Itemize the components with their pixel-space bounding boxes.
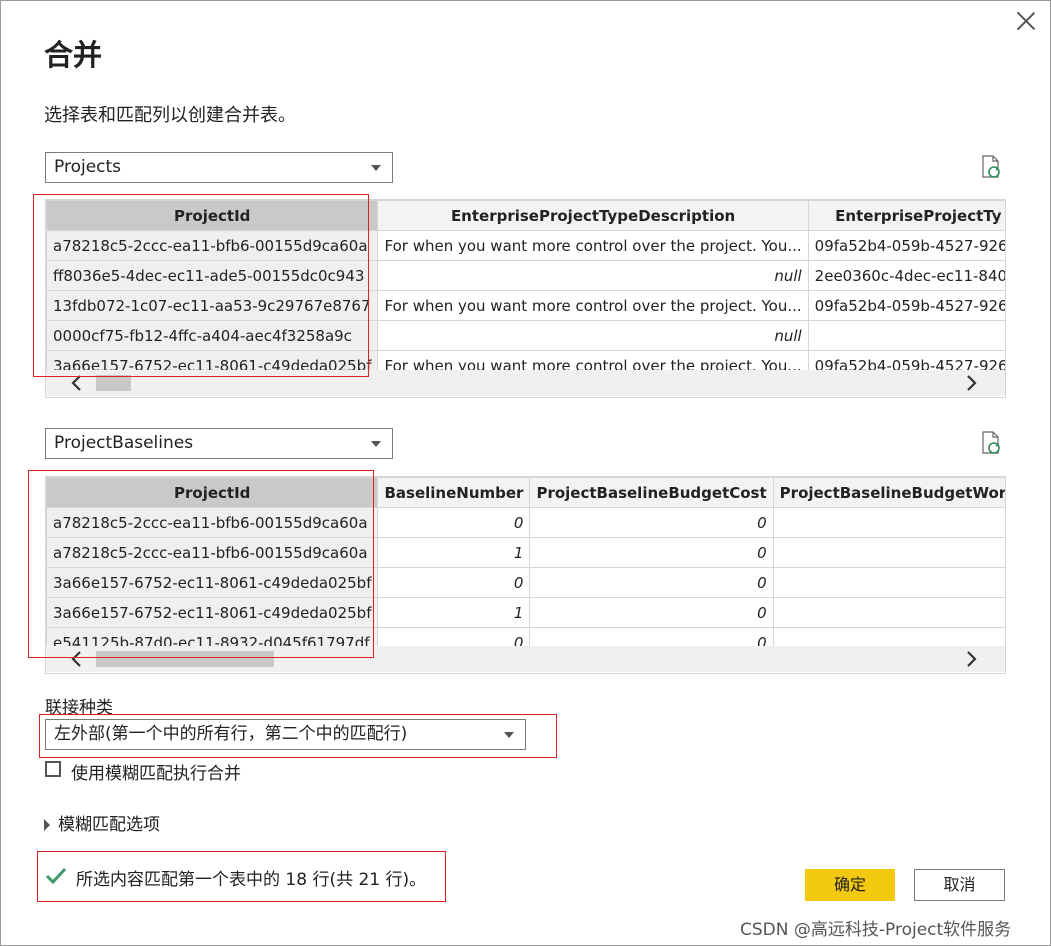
merge-dialog [0,0,1051,946]
table-cell [807,320,1005,351]
table-cell: 3a66e157-6752-ec11-8061-c49deda025bf [46,567,379,598]
match-status: 所选内容匹配第一个表中的 18 行(共 21 行)。 [45,865,426,890]
table-cell: 0 [772,537,1005,568]
chevron-left-icon[interactable] [68,374,86,392]
table-cell: 0 [529,507,774,538]
chevron-down-icon [371,165,381,171]
table-cell: a78218c5-2ccc-ea11-bfb6-00155d9ca60a [46,230,379,261]
table-cell: 0 [772,567,1005,598]
table2-dropdown[interactable]: ProjectBaselines [45,428,393,459]
table1-dropdown-value: Projects [54,157,122,177]
table-cell: 09fa52b4-059b-4527-926e [807,230,1005,261]
check-icon [45,867,67,885]
table-cell: 0 [772,507,1005,538]
chevron-down-icon [371,441,381,447]
watermark: CSDN @高远科技-Project软件服务 [740,920,1012,940]
table-cell: 3a66e157-6752-ec11-8061-c49deda025bf [46,597,379,628]
table2-preview-grid: ProjectId BaselineNumber ProjectBaselineBu… [45,476,1006,674]
table-row: 3a66e157-6752-ec11-8061-c49deda025bf000 [46,567,1005,598]
table-row: a78218c5-2ccc-ea11-bfb6-00155d9ca60a For … [46,230,1005,261]
chevron-right-icon[interactable] [962,650,980,668]
table-row: ff8036e5-4dec-ec11-ade5-00155dc0c943 null… [46,260,1005,291]
table-cell: a78218c5-2ccc-ea11-bfb6-00155d9ca60a [46,507,379,538]
table-cell: 0 [529,597,774,628]
scrollbar-thumb[interactable] [96,651,274,667]
scrollbar-thumb[interactable] [96,375,131,391]
table-row: 13fdb072-1c07-ec11-aa53-9c29767e8767 For … [46,290,1005,321]
table-cell: 2ee0360c-4dec-ec11-8400- [807,260,1005,291]
table-row: a78218c5-2ccc-ea11-bfb6-00155d9ca60a100 [46,537,1005,568]
table-cell: null [377,320,809,351]
refresh-preview-icon[interactable] [980,155,1002,179]
join-kind-dropdown[interactable]: 左外部(第一个中的所有行，第二个中的匹配行) [45,719,526,750]
refresh-preview-icon[interactable] [980,431,1002,455]
table-cell: 1 [377,597,531,628]
table1-dropdown[interactable]: Projects [45,152,393,183]
ok-button[interactable]: 确定 [805,869,895,901]
cancel-button[interactable]: 取消 [914,869,1005,901]
table1-horizontal-scrollbar[interactable] [46,370,1005,396]
table-cell: ff8036e5-4dec-ec11-ade5-00155dc0c943 [46,260,379,291]
column-header[interactable]: EnterpriseProjectTypeDescription [377,200,809,231]
join-kind-label: 联接种类 [45,698,113,718]
match-status-text: 所选内容匹配第一个表中的 18 行(共 21 行)。 [76,870,427,890]
table-cell: 0 [377,507,531,538]
chevron-left-icon[interactable] [68,650,86,668]
column-header[interactable]: ProjectBaselineBudgetWork [772,477,1005,508]
chevron-down-icon [504,732,514,738]
column-header[interactable]: ProjectBaselineBudgetCost [529,477,774,508]
table-cell: 0 [377,567,531,598]
table-cell: 0000cf75-fb12-4ffc-a404-aec4f3258a9c [46,320,379,351]
table-cell: 13fdb072-1c07-ec11-aa53-9c29767e8767 [46,290,379,321]
fuzzy-options-label: 模糊匹配选项 [58,815,160,835]
table-row: 0000cf75-fb12-4ffc-a404-aec4f3258a9c null [46,320,1005,351]
table-cell: For when you want more control over the … [377,290,809,321]
fuzzy-match-checkbox-label[interactable]: 使用模糊匹配执行合并 [71,759,241,784]
table-cell: 0 [772,597,1005,628]
join-kind-value: 左外部(第一个中的所有行，第二个中的匹配行) [54,724,408,744]
close-icon[interactable] [1014,9,1038,33]
table-row: 3a66e157-6752-ec11-8061-c49deda025bf100 [46,597,1005,628]
table-cell: 0 [529,537,774,568]
table-cell: For when you want more control over the … [377,230,809,261]
fuzzy-match-checkbox[interactable] [45,761,61,777]
table-cell: 1 [377,537,531,568]
table-cell: 09fa52b4-059b-4527-926e [807,290,1005,321]
column-header[interactable]: EnterpriseProjectTy [807,200,1005,231]
table-cell: a78218c5-2ccc-ea11-bfb6-00155d9ca60a [46,537,379,568]
table-row: a78218c5-2ccc-ea11-bfb6-00155d9ca60a000 [46,507,1005,538]
table-cell: 0 [529,567,774,598]
expand-triangle-icon [44,819,50,831]
column-header[interactable]: ProjectId [46,200,379,231]
table2-dropdown-value: ProjectBaselines [54,433,194,453]
table2-horizontal-scrollbar[interactable] [46,646,1005,672]
column-header[interactable]: ProjectId [46,477,379,508]
table1-table: ProjectId EnterpriseProjectTypeDescriptio… [46,200,1005,381]
dialog-subtitle: 选择表和匹配列以创建合并表。 [44,105,296,126]
table-cell: null [377,260,809,291]
chevron-right-icon[interactable] [962,374,980,392]
table1-preview-grid: ProjectId EnterpriseProjectTypeDescriptio… [45,199,1006,398]
table2-table: ProjectId BaselineNumber ProjectBaselineBu… [46,477,1005,658]
column-header[interactable]: BaselineNumber [377,477,531,508]
fuzzy-options-expander[interactable]: 模糊匹配选项 [44,810,160,835]
dialog-title: 合并 [44,38,103,72]
